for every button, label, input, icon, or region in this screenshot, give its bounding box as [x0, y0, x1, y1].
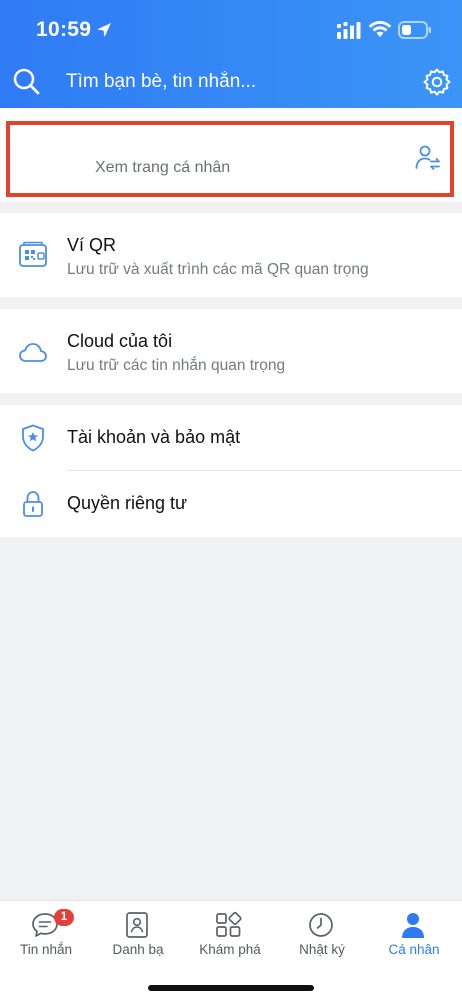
tab-contacts[interactable]: Danh bạ: [92, 901, 184, 976]
unread-badge: 1: [54, 909, 74, 926]
app-header: 10:59: [0, 0, 462, 108]
status-bar: 10:59: [0, 0, 462, 60]
settings-card: Tài khoản và bảo mật Quyền riêng tư: [0, 405, 462, 537]
shield-icon: [22, 424, 44, 452]
qr-wallet-card: Ví QR Lưu trữ và xuất trình các mã QR qu…: [0, 213, 462, 297]
gear-icon[interactable]: [423, 68, 451, 96]
tab-messages-label: Tin nhắn: [19, 942, 73, 957]
cloud-subtitle: Lưu trữ các tin nhắn quan trọng: [67, 357, 286, 374]
cloud-card: Cloud của tôi Lưu trữ các tin nhắn quan …: [0, 309, 462, 393]
tab-messages[interactable]: 1 Tin nhắn: [0, 901, 92, 976]
account-security-title: Tài khoản và bảo mật: [67, 427, 241, 447]
tab-timeline-label: Nhật ký: [299, 942, 345, 957]
discover-icon: [216, 911, 242, 937]
privacy-title: Quyền riêng tư: [67, 493, 188, 513]
cellular-signal-icon: [337, 22, 361, 39]
cloud-icon: [19, 343, 47, 362]
tab-profile[interactable]: Cá nhân: [368, 901, 460, 976]
profile-card[interactable]: Xem trang cá nhân: [0, 108, 462, 202]
qr-wallet-subtitle: Lưu trữ và xuất trình các mã QR quan trọ…: [67, 261, 369, 278]
wifi-icon: [368, 21, 392, 37]
battery-icon: [398, 21, 431, 39]
location-arrow-icon: [97, 23, 111, 37]
tab-discover[interactable]: Khám phá: [184, 901, 276, 976]
menu-item-privacy[interactable]: Quyền riêng tư: [0, 471, 462, 537]
cloud-title: Cloud của tôi: [67, 331, 173, 351]
menu-item-cloud[interactable]: Cloud của tôi Lưu trữ các tin nhắn quan …: [0, 309, 462, 393]
menu-item-qr-wallet[interactable]: Ví QR Lưu trữ và xuất trình các mã QR qu…: [0, 213, 462, 297]
lock-icon: [23, 491, 43, 517]
tab-contacts-label: Danh bạ: [112, 942, 164, 957]
view-profile-link[interactable]: Xem trang cá nhân: [95, 159, 230, 177]
person-icon: [402, 913, 424, 938]
clock-icon: [309, 913, 333, 937]
contacts-icon: [126, 912, 148, 938]
tab-timeline[interactable]: Nhật ký: [276, 901, 368, 976]
status-time: 10:59: [36, 18, 92, 41]
menu-item-account-security[interactable]: Tài khoản và bảo mật: [0, 405, 462, 471]
tab-profile-label: Cá nhân: [388, 942, 440, 957]
search-input[interactable]: [66, 66, 396, 98]
qr-wallet-icon: [19, 241, 47, 267]
search-icon[interactable]: [12, 67, 40, 95]
tab-discover-label: Khám phá: [199, 942, 261, 957]
home-indicator[interactable]: [148, 985, 314, 991]
qr-wallet-title: Ví QR: [67, 235, 117, 255]
switch-account-icon[interactable]: [414, 144, 442, 172]
